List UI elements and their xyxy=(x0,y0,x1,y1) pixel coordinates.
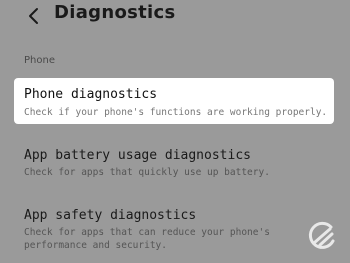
top-app-bar: Diagnostics xyxy=(0,0,350,34)
item-title: App battery usage diagnostics xyxy=(24,148,251,163)
back-chevron-icon[interactable] xyxy=(24,6,44,26)
section-header-phone: Phone xyxy=(24,55,55,66)
item-description: Check for apps that quickly use up batte… xyxy=(24,167,270,178)
page-title: Diagnostics xyxy=(54,2,176,23)
phone-diagnostics-item[interactable]: Phone diagnostics Check if your phone's … xyxy=(14,78,334,124)
item-title: Phone diagnostics xyxy=(24,87,158,102)
item-description: Check for apps that can reduce your phon… xyxy=(24,227,270,251)
watermark-logo-icon xyxy=(308,221,335,249)
app-battery-usage-diagnostics-item[interactable]: App battery usage diagnostics Check for … xyxy=(0,146,350,186)
item-description: Check if your phone's functions are work… xyxy=(24,107,328,118)
item-title: App safety diagnostics xyxy=(24,208,197,223)
app-safety-diagnostics-item[interactable]: App safety diagnostics Check for apps th… xyxy=(0,206,350,256)
